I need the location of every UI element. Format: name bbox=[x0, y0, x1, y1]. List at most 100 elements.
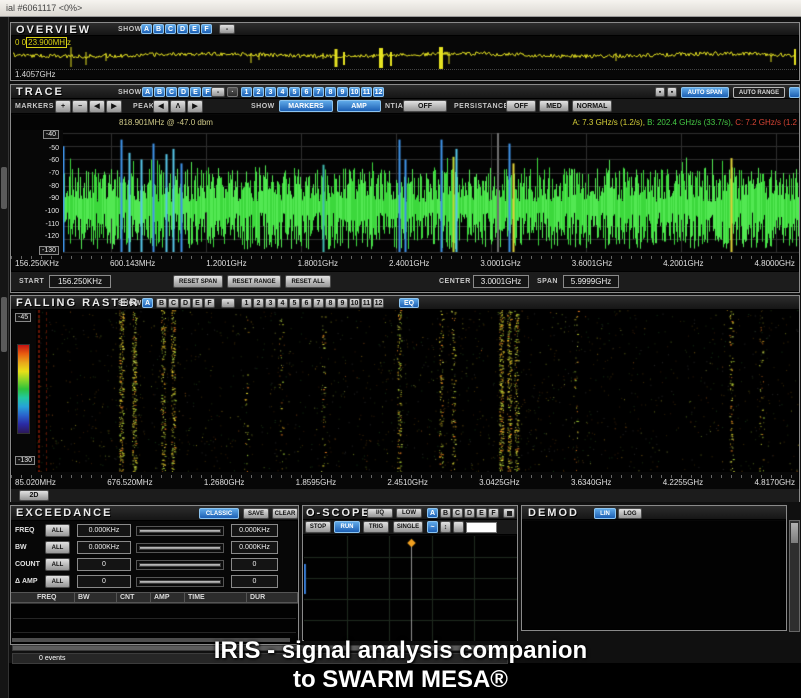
overview-channel-button[interactable]: C bbox=[165, 24, 176, 34]
raster-channel-button[interactable]: B bbox=[156, 298, 167, 308]
single-button[interactable]: SINGLE bbox=[393, 521, 423, 533]
raster-number-button[interactable]: 8 bbox=[325, 298, 336, 308]
demod-scrollbar[interactable] bbox=[789, 520, 800, 632]
oscope-channel-button[interactable]: C bbox=[452, 508, 463, 518]
left-scrollbar[interactable] bbox=[0, 17, 9, 698]
trace-trace-number-button[interactable]: 4 bbox=[277, 87, 288, 97]
raster-number-button[interactable]: 3 bbox=[265, 298, 276, 308]
ntia-off-button[interactable]: OFF bbox=[403, 100, 447, 112]
raster-eq-button[interactable]: EQ bbox=[399, 298, 419, 308]
overview-channel-button[interactable]: B bbox=[153, 24, 164, 34]
demod-display[interactable] bbox=[523, 521, 785, 629]
trace-channel-button[interactable]: E bbox=[190, 87, 201, 97]
raster-number-button[interactable]: 2 bbox=[253, 298, 264, 308]
save-icon-button[interactable] bbox=[503, 508, 515, 518]
bw-all-button[interactable]: ALL bbox=[45, 541, 70, 554]
peak-search-button[interactable]: ▶ bbox=[187, 100, 203, 113]
overview-channel-button[interactable]: E bbox=[189, 24, 200, 34]
marker-adjust-button[interactable]: − bbox=[72, 100, 88, 113]
raster-number-button[interactable]: 1 bbox=[241, 298, 252, 308]
col-amp[interactable]: AMP bbox=[151, 593, 185, 602]
cursor-icon-button[interactable] bbox=[453, 521, 464, 533]
show-amp-button[interactable]: AMP bbox=[337, 100, 381, 112]
raster-channel-button[interactable]: C bbox=[168, 298, 179, 308]
persistence-med-button[interactable]: MED bbox=[539, 100, 569, 112]
peak-search-button[interactable]: Λ bbox=[170, 100, 186, 113]
trace-channel-button[interactable]: B bbox=[154, 87, 165, 97]
demod-scrollbar-thumb[interactable] bbox=[791, 523, 798, 543]
freq-all-button[interactable]: ALL bbox=[45, 524, 70, 537]
raster-number-button[interactable]: 4 bbox=[277, 298, 288, 308]
raster-number-button[interactable]: 9 bbox=[337, 298, 348, 308]
trace-icon-button-1[interactable]: ▪ bbox=[655, 87, 665, 97]
count-slider[interactable] bbox=[136, 560, 224, 570]
raster-number-button[interactable]: 12 bbox=[373, 298, 384, 308]
trace-minimize-button[interactable]: - bbox=[211, 87, 225, 97]
reset-span-button[interactable]: RESET SPAN bbox=[173, 275, 223, 288]
trace-spectrum[interactable] bbox=[63, 130, 799, 255]
overview-channel-button[interactable]: D bbox=[177, 24, 188, 34]
overview-channel-button[interactable]: F bbox=[201, 24, 212, 34]
log-button[interactable]: LOG bbox=[618, 508, 642, 519]
raster-number-button[interactable]: 6 bbox=[301, 298, 312, 308]
updown-icon-button[interactable]: ↕ bbox=[440, 521, 451, 533]
raster-number-button[interactable]: 7 bbox=[313, 298, 324, 308]
reset-all-button[interactable]: RESET ALL bbox=[285, 275, 331, 288]
start-frequency-field[interactable]: 156.250KHz bbox=[49, 275, 111, 288]
persistence-off-button[interactable]: OFF bbox=[506, 100, 536, 112]
exceedance-save-button[interactable]: SAVE bbox=[243, 508, 269, 519]
low-button[interactable]: LOW bbox=[396, 508, 422, 518]
count-min-field[interactable]: 0 bbox=[77, 558, 131, 571]
col-time[interactable]: TIME bbox=[185, 593, 247, 602]
trace-trace-number-button[interactable]: 10 bbox=[349, 87, 360, 97]
bw-slider[interactable] bbox=[136, 543, 224, 553]
trace-trace-number-button[interactable]: 12 bbox=[373, 87, 384, 97]
trig-button[interactable]: TRIG bbox=[363, 521, 389, 533]
raster-minimize-button[interactable]: - bbox=[221, 298, 235, 308]
trace-trace-number-button[interactable]: 5 bbox=[289, 87, 300, 97]
raster-number-button[interactable]: 11 bbox=[361, 298, 372, 308]
trace-trace-number-button[interactable]: 7 bbox=[313, 87, 324, 97]
col-dur[interactable]: DUR bbox=[247, 593, 298, 602]
sine-icon-button[interactable]: ~ bbox=[427, 521, 438, 533]
trace-edge-button[interactable] bbox=[789, 87, 800, 98]
trace-trace-number-button[interactable]: 2 bbox=[253, 87, 264, 97]
auto-span-button[interactable]: AUTO SPAN bbox=[681, 87, 729, 98]
freq-min-field[interactable]: 0.000KHz bbox=[77, 524, 131, 537]
col-cnt[interactable]: CNT bbox=[117, 593, 151, 602]
trace-trace-number-button[interactable]: 3 bbox=[265, 87, 276, 97]
trigger-value-input[interactable] bbox=[466, 522, 497, 533]
span-field[interactable]: 5.9999GHz bbox=[563, 275, 619, 288]
trace-channel-button[interactable]: D bbox=[178, 87, 189, 97]
stop-button[interactable]: STOP bbox=[305, 521, 331, 533]
show-markers-button[interactable]: MARKERS bbox=[279, 100, 333, 112]
col-bw[interactable]: BW bbox=[75, 593, 117, 602]
amp-max-field[interactable]: 0 bbox=[231, 575, 278, 588]
marker-adjust-button[interactable]: ◀ bbox=[89, 100, 105, 113]
auto-range-button[interactable]: AUTO RANGE bbox=[733, 87, 785, 98]
trace-trace-number-button[interactable]: 8 bbox=[325, 87, 336, 97]
lin-button[interactable]: LIN bbox=[594, 508, 616, 519]
persistence-normal-button[interactable]: NORMAL bbox=[572, 100, 612, 112]
trace-icon-button-2[interactable]: ▪ bbox=[667, 87, 677, 97]
marker-adjust-button[interactable]: ▶ bbox=[106, 100, 122, 113]
trace-channel-button[interactable]: C bbox=[166, 87, 177, 97]
raster-channel-button[interactable]: E bbox=[192, 298, 203, 308]
trace-trace-number-button[interactable]: 6 bbox=[301, 87, 312, 97]
raster-channel-a-button[interactable]: A bbox=[142, 298, 153, 308]
raster-channel-button[interactable]: D bbox=[180, 298, 191, 308]
center-frequency-field[interactable]: 3.0001GHz bbox=[473, 275, 529, 288]
reset-range-button[interactable]: RESET RANGE bbox=[227, 275, 281, 288]
raster-2d-button[interactable]: 2D bbox=[19, 490, 49, 501]
trace-channel-button[interactable]: A bbox=[142, 87, 153, 97]
trace-trace-number-button[interactable]: 11 bbox=[361, 87, 372, 97]
iq-button[interactable]: I/Q bbox=[367, 508, 393, 518]
exceedance-clear-button[interactable]: CLEAR bbox=[272, 508, 298, 519]
raster-number-button[interactable]: 10 bbox=[349, 298, 360, 308]
overview-minimize-button[interactable]: - bbox=[219, 24, 235, 34]
scrollbar-thumb[interactable] bbox=[1, 297, 7, 352]
count-all-button[interactable]: ALL bbox=[45, 558, 70, 571]
raster-channel-button[interactable]: F bbox=[204, 298, 215, 308]
trace-dot-button[interactable]: · bbox=[227, 87, 238, 97]
marker-adjust-button[interactable]: + bbox=[55, 100, 71, 113]
